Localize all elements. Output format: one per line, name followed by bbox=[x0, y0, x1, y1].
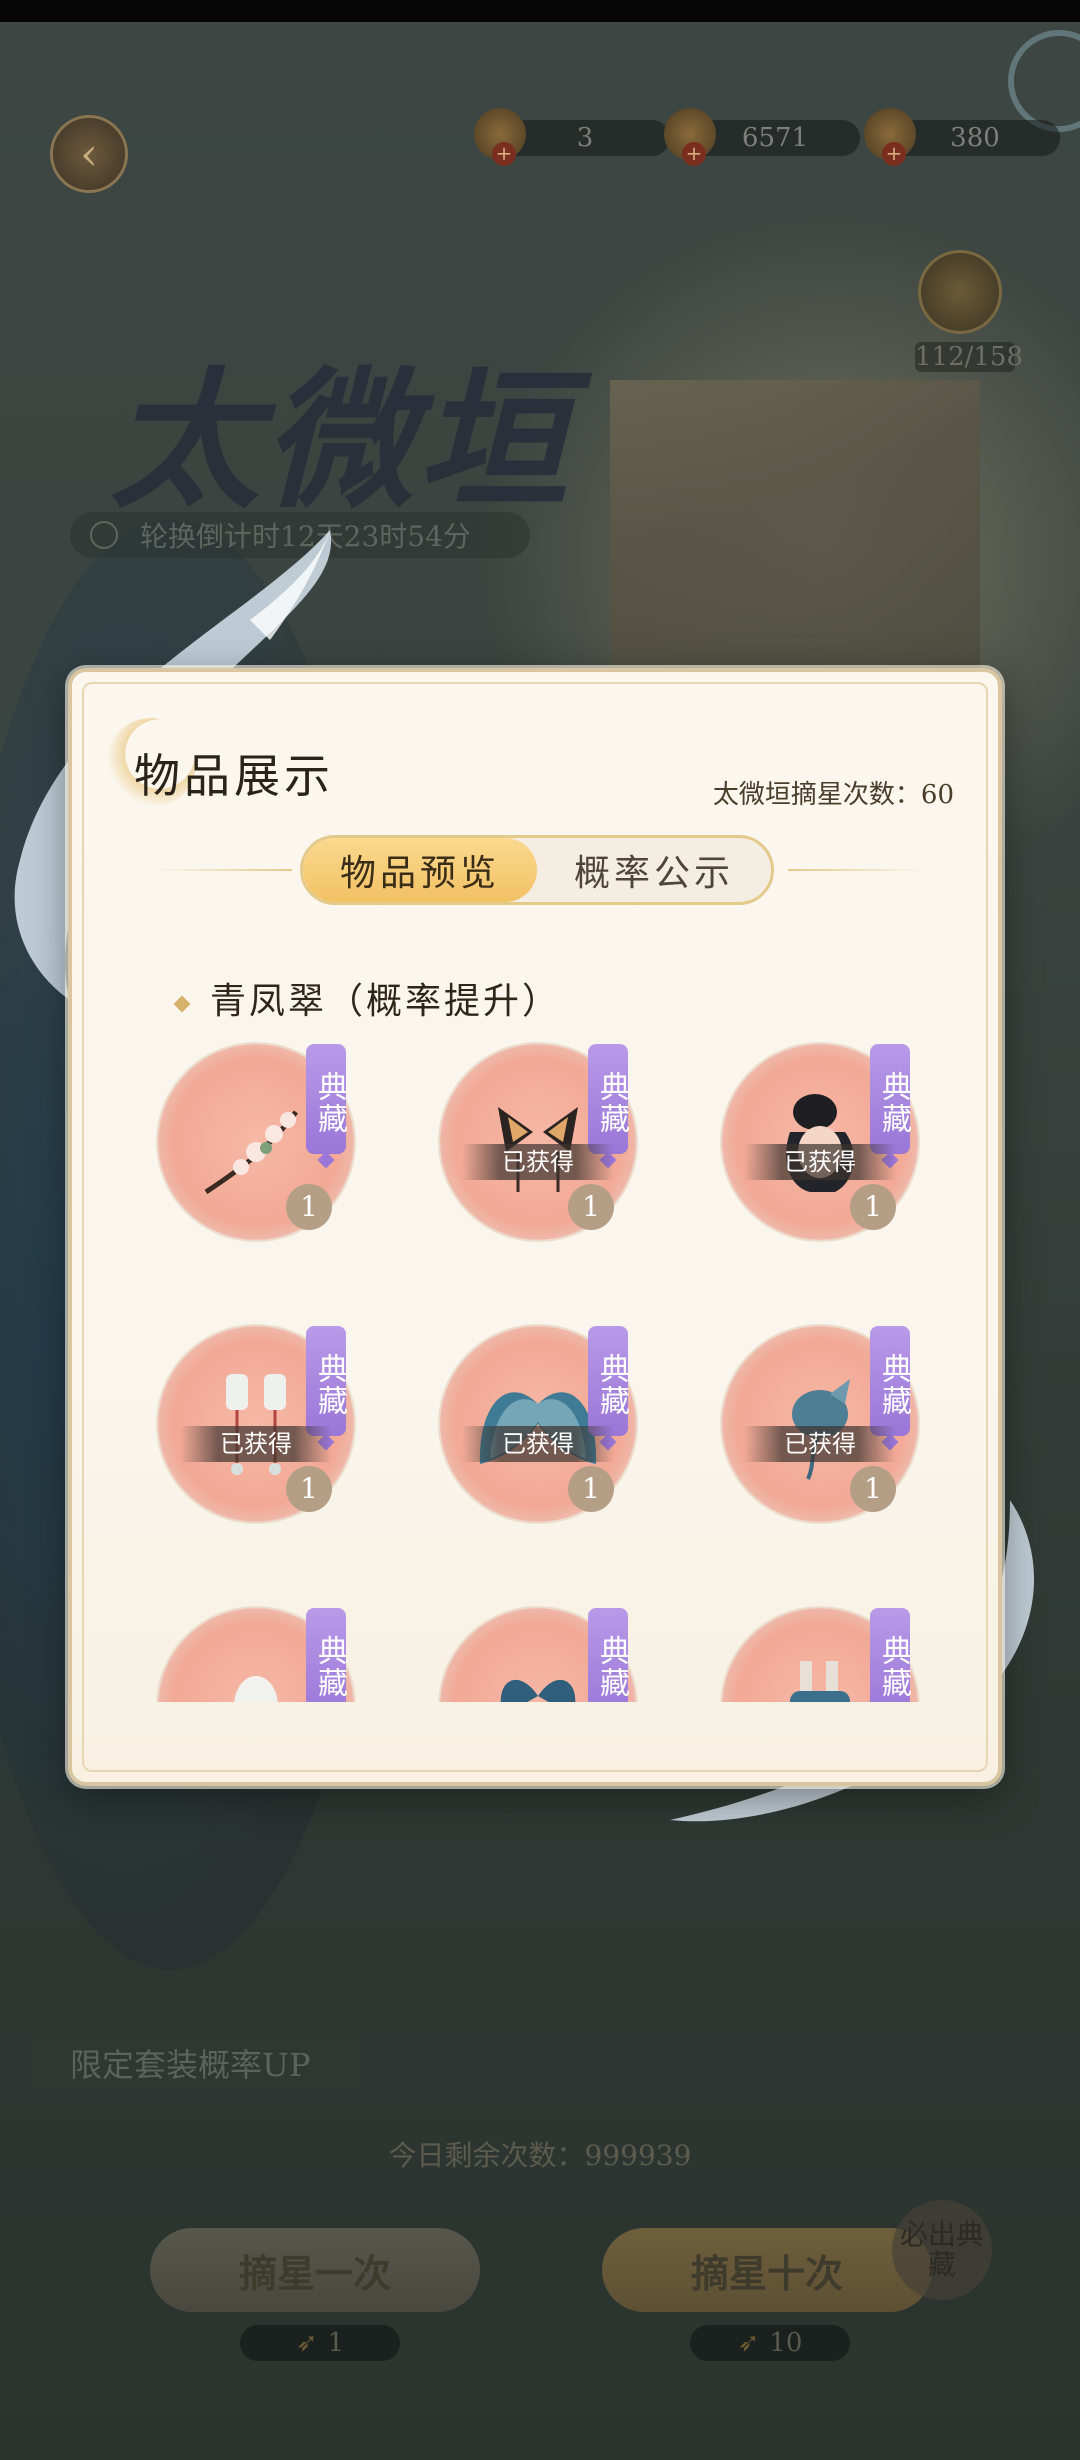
item-showcase-dialog: 物品展示 太微垣摘星次数：60 物品预览 概率公示 青凤翠（概率提升） 典藏 1 bbox=[68, 668, 1002, 1786]
collection-badge: 典藏 bbox=[306, 1044, 347, 1154]
earrings-icon bbox=[226, 1374, 286, 1475]
collection-badge: 典藏 bbox=[306, 1326, 347, 1436]
grid-item[interactable]: 典藏 已获得 1 bbox=[720, 1324, 920, 1524]
flower-vine-icon bbox=[204, 1110, 298, 1195]
owned-label: 已获得 bbox=[180, 1426, 332, 1462]
tab-divider-left bbox=[152, 869, 292, 871]
owned-label: 已获得 bbox=[462, 1426, 614, 1462]
grid-item[interactable]: 典藏 已获得 1 bbox=[438, 1324, 638, 1524]
star-pick-count: 太微垣摘星次数：60 bbox=[712, 780, 954, 810]
butterfly-wings-icon bbox=[479, 1392, 597, 1464]
quantity-badge: 1 bbox=[568, 1184, 614, 1230]
blue-butterfly-icon bbox=[500, 1679, 576, 1702]
white-hair-icon bbox=[234, 1676, 278, 1702]
owned-label: 已获得 bbox=[744, 1426, 896, 1462]
grid-item[interactable]: 典藏 bbox=[720, 1606, 920, 1702]
tab-probability[interactable]: 概率公示 bbox=[537, 838, 771, 902]
collection-badge: 典藏 bbox=[306, 1608, 347, 1702]
grid-item[interactable]: 典藏 bbox=[156, 1606, 356, 1702]
grid-item[interactable]: 典藏 已获得 1 bbox=[156, 1324, 356, 1524]
hair-bun-icon bbox=[786, 1094, 854, 1192]
collection-badge: 典藏 bbox=[588, 1044, 629, 1154]
collection-badge: 典藏 bbox=[588, 1608, 629, 1702]
collection-badge: 典藏 bbox=[870, 1326, 911, 1436]
diamond-icon bbox=[173, 995, 191, 1013]
owned-label: 已获得 bbox=[744, 1144, 896, 1180]
grid-item[interactable]: 典藏 1 bbox=[156, 1042, 356, 1242]
grid-item[interactable]: 典藏 bbox=[438, 1606, 638, 1702]
tab-item-preview[interactable]: 物品预览 bbox=[303, 838, 537, 902]
quantity-badge: 1 bbox=[850, 1466, 896, 1512]
tab-divider-right bbox=[788, 869, 928, 871]
butterfly-hairpin-icon bbox=[498, 1107, 578, 1192]
owned-label: 已获得 bbox=[462, 1144, 614, 1180]
quantity-badge: 1 bbox=[850, 1184, 896, 1230]
grid-item[interactable]: 典藏 已获得 1 bbox=[438, 1042, 638, 1242]
blue-boots-icon bbox=[790, 1661, 850, 1702]
collection-badge: 典藏 bbox=[870, 1044, 911, 1154]
item-grid: 典藏 1 典藏 已获得 1 典藏 已获得 1 典藏 已获得 1 典藏 已获得 1… bbox=[156, 1042, 936, 1702]
quantity-badge: 1 bbox=[568, 1466, 614, 1512]
dialog-title: 物品展示 bbox=[134, 749, 334, 803]
collection-badge: 典藏 bbox=[870, 1608, 911, 1702]
quantity-badge: 1 bbox=[286, 1466, 332, 1512]
grid-item[interactable]: 典藏 已获得 1 bbox=[720, 1042, 920, 1242]
tab-bar: 物品预览 概率公示 bbox=[300, 835, 774, 905]
quantity-badge: 1 bbox=[286, 1184, 332, 1230]
section-title: 青凤翠（概率提升） bbox=[173, 972, 562, 1024]
section-title-text: 青凤翠（概率提升） bbox=[210, 981, 562, 1022]
hair-ornament-icon bbox=[792, 1379, 850, 1480]
collection-badge: 典藏 bbox=[588, 1326, 629, 1436]
